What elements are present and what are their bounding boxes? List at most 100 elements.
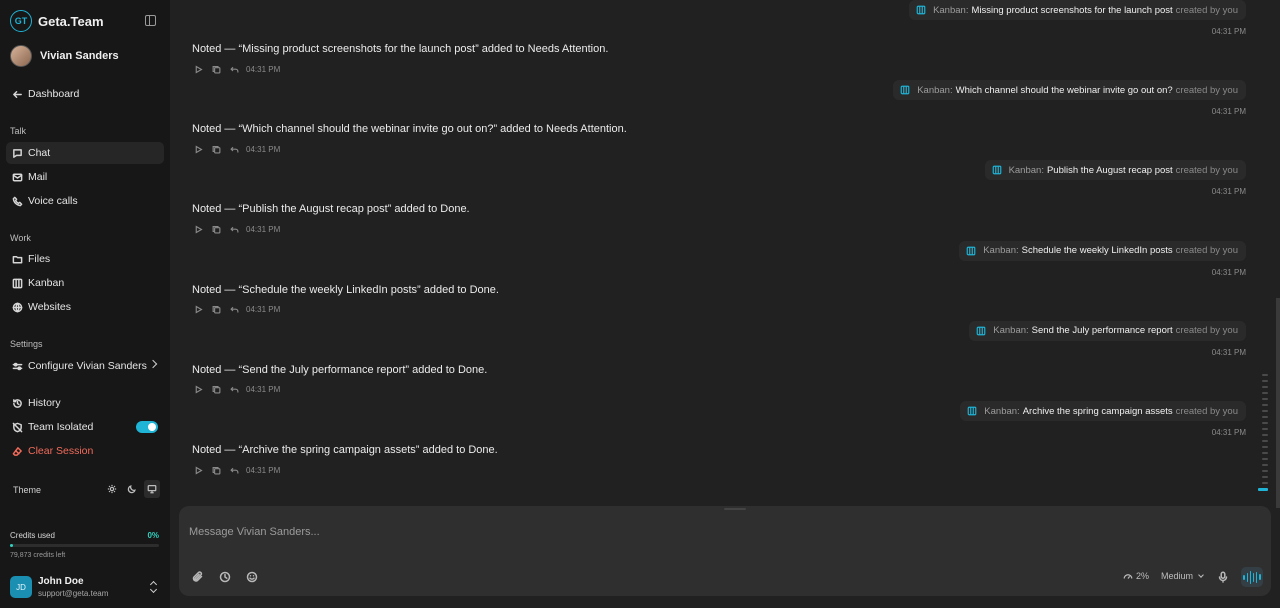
nav-mail[interactable]: Mail — [6, 166, 164, 188]
globe-icon — [11, 301, 23, 313]
kanban-notice-time: 04:31 PM — [1211, 428, 1246, 437]
paperclip-icon[interactable] — [191, 570, 205, 584]
user-name: John Doe — [38, 576, 84, 587]
kanban-notice[interactable]: Kanban: Missing product screenshots for … — [909, 0, 1246, 20]
kanban-notice-prefix: Kanban: — [1008, 164, 1044, 176]
nav-kanban[interactable]: Kanban — [6, 272, 164, 294]
navigator-dot[interactable] — [1262, 446, 1268, 448]
navigator-dot[interactable] — [1258, 488, 1268, 491]
kanban-notice[interactable]: Kanban: Schedule the weekly LinkedIn pos… — [959, 240, 1246, 261]
chevron-down-icon — [1198, 571, 1204, 578]
navigator-dot[interactable] — [1262, 452, 1268, 454]
shield-off-icon — [11, 421, 23, 433]
kanban-notice-suffix: created by you — [1175, 245, 1238, 257]
kanban-icon — [899, 84, 911, 96]
navigator-dot[interactable] — [1262, 398, 1268, 400]
navigator-dot[interactable] — [1262, 392, 1268, 394]
phone-icon — [11, 195, 23, 207]
reply-icon[interactable] — [228, 63, 240, 75]
navigator-dot[interactable] — [1262, 386, 1268, 388]
app-root: GT Geta.Team Vivian Sanders Dashboard Ta… — [0, 0, 1280, 608]
nav-team-isolated[interactable]: Team Isolated — [6, 416, 164, 438]
kanban-icon — [966, 405, 978, 417]
reply-icon[interactable] — [228, 143, 240, 155]
waveform-icon[interactable] — [1241, 567, 1263, 587]
navigator-dot[interactable] — [1262, 374, 1268, 376]
nav-clear-session[interactable]: Clear Session — [6, 440, 164, 462]
copy-icon[interactable] — [210, 384, 222, 396]
copy-icon[interactable] — [210, 304, 222, 316]
nav-files[interactable]: Files — [6, 248, 164, 270]
play-icon[interactable] — [192, 223, 204, 235]
reply-icon[interactable] — [228, 464, 240, 476]
kanban-notice[interactable]: Kanban: Send the July performance report… — [969, 320, 1246, 341]
copy-icon[interactable] — [210, 223, 222, 235]
app-name: Geta.Team — [38, 13, 104, 29]
play-icon[interactable] — [192, 143, 204, 155]
context-usage[interactable]: 2% — [1123, 571, 1149, 581]
navigator-dot[interactable] — [1262, 416, 1268, 418]
smile-icon[interactable] — [245, 570, 259, 584]
agent-header[interactable]: Vivian Sanders — [10, 45, 160, 67]
message-input[interactable] — [189, 523, 1089, 541]
copy-icon[interactable] — [210, 143, 222, 155]
navigator-dot[interactable] — [1262, 470, 1268, 472]
message-actions: 04:31 PM — [192, 143, 280, 155]
clock-icon[interactable] — [218, 570, 232, 584]
message-actions: 04:31 PM — [192, 384, 280, 396]
navigator-dot[interactable] — [1262, 380, 1268, 382]
monitor-icon[interactable] — [144, 480, 160, 498]
kanban-notice[interactable]: Kanban: Publish the August recap post cr… — [984, 160, 1246, 181]
model-select[interactable]: Medium — [1161, 571, 1204, 581]
eraser-icon — [11, 445, 23, 457]
user-menu[interactable]: JD John Doe support@geta.team — [10, 575, 160, 599]
navigator-dot[interactable] — [1262, 434, 1268, 436]
message-navigator[interactable] — [1258, 374, 1268, 491]
play-icon[interactable] — [192, 63, 204, 75]
composer-resize-handle[interactable] — [724, 508, 746, 510]
credits-percent: 0% — [147, 531, 159, 540]
nav-history[interactable]: History — [6, 392, 164, 414]
nav-dashboard-label: Dashboard — [28, 88, 80, 100]
moon-icon[interactable] — [124, 480, 140, 498]
sun-icon[interactable] — [104, 480, 120, 498]
nav-chat[interactable]: Chat — [6, 142, 164, 164]
nav-websites[interactable]: Websites — [6, 296, 164, 318]
navigator-dot[interactable] — [1262, 422, 1268, 424]
chat-icon — [11, 147, 23, 159]
kanban-notice-prefix: Kanban: — [993, 325, 1029, 337]
scrollbar[interactable] — [1276, 298, 1280, 508]
team-isolated-toggle[interactable] — [136, 421, 158, 433]
kanban-notice[interactable]: Kanban: Which channel should the webinar… — [893, 80, 1246, 101]
navigator-dot[interactable] — [1262, 404, 1268, 406]
sidebar-collapse-icon[interactable] — [145, 15, 156, 26]
mic-icon[interactable] — [1216, 570, 1230, 584]
navigator-dot[interactable] — [1262, 428, 1268, 430]
nav-dashboard[interactable]: Dashboard — [6, 83, 164, 105]
history-icon — [11, 397, 23, 409]
reply-icon[interactable] — [228, 223, 240, 235]
nav-chat-label: Chat — [28, 147, 51, 159]
copy-icon[interactable] — [210, 63, 222, 75]
nav-kanban-label: Kanban — [28, 277, 65, 289]
navigator-dot[interactable] — [1262, 464, 1268, 466]
navigator-dot[interactable] — [1262, 410, 1268, 412]
copy-icon[interactable] — [210, 464, 222, 476]
navigator-dot[interactable] — [1262, 440, 1268, 442]
chat-area: Kanban: Missing product screenshots for … — [170, 0, 1280, 608]
sidebar: GT Geta.Team Vivian Sanders Dashboard Ta… — [0, 0, 170, 608]
reply-icon[interactable] — [228, 384, 240, 396]
play-icon[interactable] — [192, 384, 204, 396]
reply-icon[interactable] — [228, 304, 240, 316]
navigator-dot[interactable] — [1262, 458, 1268, 460]
nav-voice-calls[interactable]: Voice calls — [6, 190, 164, 212]
play-icon[interactable] — [192, 464, 204, 476]
navigator-dot[interactable] — [1262, 482, 1268, 484]
sliders-icon — [11, 360, 23, 372]
navigator-dot[interactable] — [1262, 476, 1268, 478]
assistant-message: Noted — “Publish the August recap post” … — [192, 203, 470, 216]
message-time: 04:31 PM — [246, 224, 281, 234]
nav-configure[interactable]: Configure Vivian Sanders — [6, 355, 164, 377]
play-icon[interactable] — [192, 304, 204, 316]
kanban-notice[interactable]: Kanban: Archive the spring campaign asse… — [960, 401, 1246, 421]
